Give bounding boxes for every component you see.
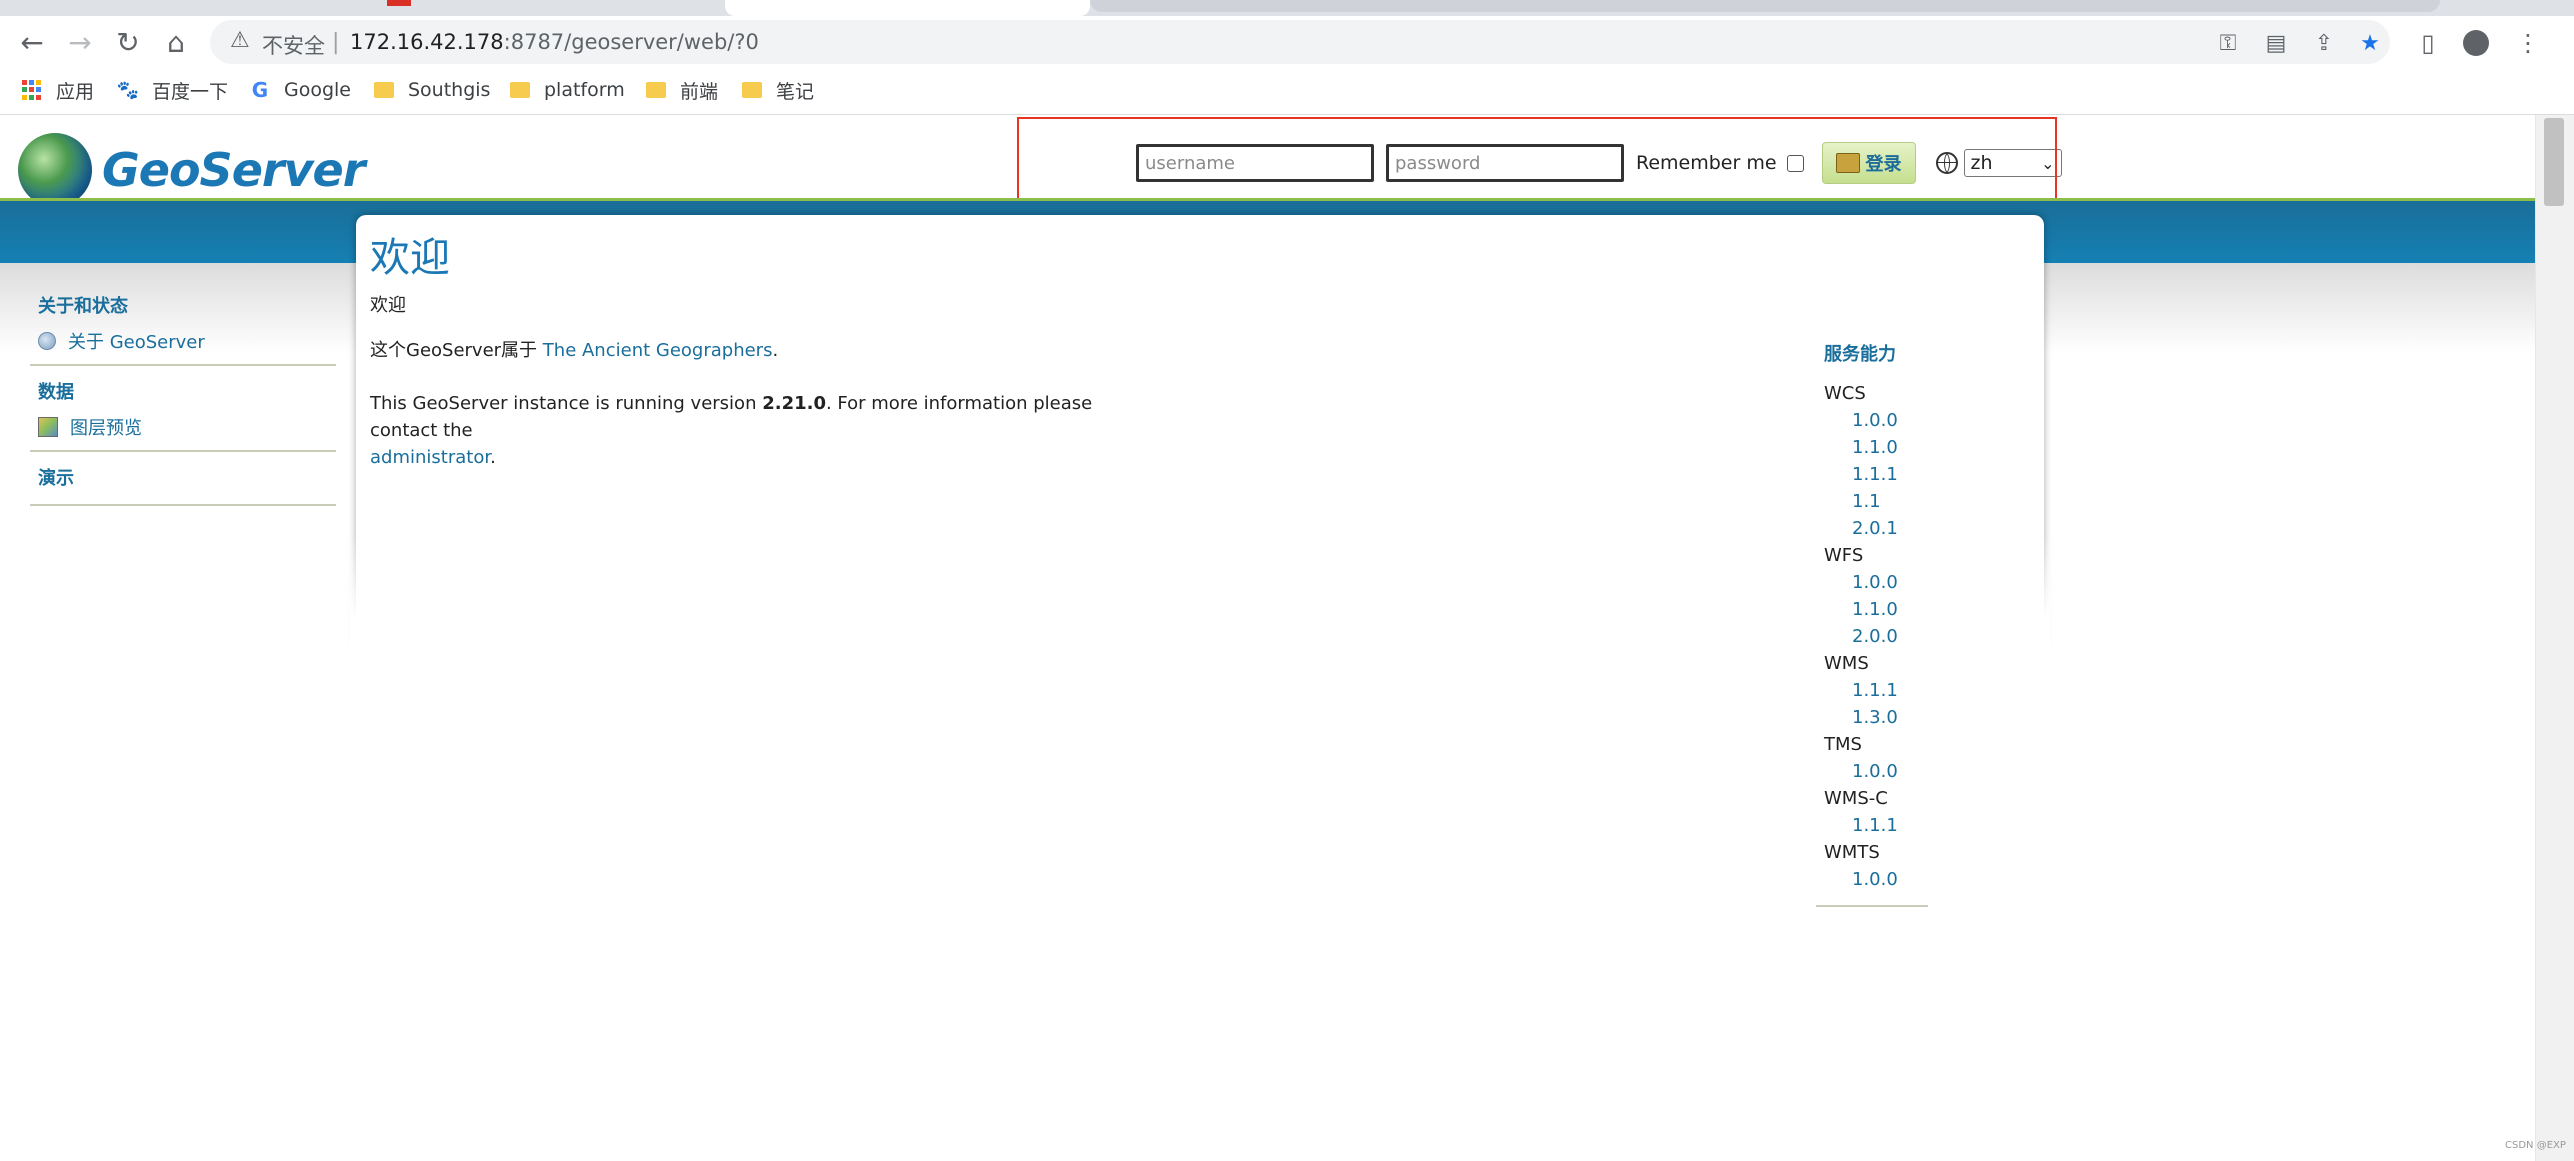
warning-triangle-icon: ⚠ xyxy=(230,28,250,53)
address-bar[interactable]: ⚠ 不安全 | 172.16.42.178:8787/geoserver/web… xyxy=(210,20,2390,64)
service-version-link[interactable]: 1.0.0 xyxy=(1852,866,1928,893)
bookmark-google[interactable]: G Google xyxy=(250,77,351,103)
bookmark-label: platform xyxy=(544,79,625,101)
bookmark-notes[interactable]: 笔记 xyxy=(742,77,814,103)
service-version-link[interactable]: 1.1.0 xyxy=(1852,596,1928,623)
folder-icon xyxy=(374,80,394,100)
service-version-link[interactable]: 1.1.0 xyxy=(1852,434,1928,461)
sidebar-item-label: 关于 GeoServer xyxy=(68,332,205,353)
service-name-wms-c: WMS-C xyxy=(1824,788,1888,809)
home-icon[interactable]: ⌂ xyxy=(158,25,194,61)
folder-icon xyxy=(742,80,762,100)
logo-text: GeoServer xyxy=(102,143,365,197)
service-version-link[interactable]: 2.0.1 xyxy=(1852,515,1928,542)
sidebar-menu: 关于和状态 关于 GeoServer 数据 图层预览 演示 xyxy=(30,280,336,506)
apps-grid-icon xyxy=(22,80,42,100)
baidu-paw-icon: 🐾 xyxy=(116,79,140,101)
bookmark-frontend[interactable]: 前端 xyxy=(646,77,718,103)
folder-icon xyxy=(646,80,666,100)
content-card-fade xyxy=(350,535,2050,655)
service-capabilities: 服务能力 WCS 1.0.0 1.1.0 1.1.1 1.1 2.0.1 WFS… xyxy=(1816,340,1928,907)
service-version-link[interactable]: 1.1.1 xyxy=(1852,461,1928,488)
owner-link[interactable]: The Ancient Geographers xyxy=(543,340,773,361)
info-icon xyxy=(38,332,56,350)
sidebar-section-title: 关于和状态 xyxy=(38,296,128,317)
version-text: This GeoServer instance is running versi… xyxy=(370,390,1150,471)
sidebar-section-title-demos[interactable]: 演示 xyxy=(38,464,336,490)
bookmark-label: 应用 xyxy=(56,80,95,103)
url-text[interactable]: 172.16.42.178:8787/geoserver/web/?0 xyxy=(350,30,759,54)
active-tab[interactable] xyxy=(725,0,1090,16)
key-icon[interactable]: ⚿ xyxy=(2214,29,2242,57)
map-icon xyxy=(38,417,58,437)
version-prefix: This GeoServer instance is running versi… xyxy=(370,393,763,414)
translate-icon[interactable]: ▤ xyxy=(2262,29,2290,57)
capabilities-title: 服务能力 xyxy=(1824,344,1896,365)
sidebar-item-layer-preview[interactable]: 图层预览 xyxy=(38,414,336,440)
service-version-link[interactable]: 1.1 xyxy=(1852,488,1928,515)
sidebar-section-title: 数据 xyxy=(38,382,74,403)
scrollbar-thumb[interactable] xyxy=(2544,118,2564,206)
service-name-wmts: WMTS xyxy=(1824,842,1880,863)
owner-prefix: 这个GeoServer属于 xyxy=(370,340,543,361)
browser-tabstrip xyxy=(0,0,2574,16)
inactive-tab[interactable] xyxy=(1090,0,2440,12)
url-path: :8787/geoserver/web/?0 xyxy=(503,30,759,54)
bookmark-southgis[interactable]: Southgis xyxy=(374,77,490,103)
reload-icon[interactable]: ↻ xyxy=(110,25,146,61)
bookmark-star-icon[interactable]: ★ xyxy=(2356,29,2384,57)
forward-arrow-icon[interactable]: → xyxy=(62,25,98,61)
version-number: 2.21.0 xyxy=(762,393,826,414)
service-name-wcs: WCS xyxy=(1824,383,1866,404)
share-icon[interactable]: ⇪ xyxy=(2310,29,2338,57)
page-header: GeoServer Remember me 登录 zh ⌄ xyxy=(0,115,2535,239)
service-version-link[interactable]: 1.1.1 xyxy=(1852,677,1928,704)
administrator-link[interactable]: administrator xyxy=(370,447,490,468)
page-scrollbar[interactable] xyxy=(2535,115,2574,1161)
google-g-icon: G xyxy=(251,78,269,102)
bookmark-label: 百度一下 xyxy=(152,80,229,103)
geoserver-page: GeoServer Remember me 登录 zh ⌄ 关于和状态 xyxy=(0,115,2535,1161)
bookmarks-bar: 应用 🐾 百度一下 G Google Southgis platform 前端 … xyxy=(0,66,2574,115)
url-host: 172.16.42.178 xyxy=(350,30,504,54)
profile-avatar-icon[interactable] xyxy=(2458,25,2494,61)
bookmark-platform[interactable]: platform xyxy=(510,77,625,103)
service-name-wms: WMS xyxy=(1824,653,1869,674)
bookmark-apps[interactable]: 应用 xyxy=(22,77,94,103)
sidebar-item-about-geoserver[interactable]: 关于 GeoServer xyxy=(38,328,336,354)
browser-toolbar: ← → ↻ ⌂ ⚠ 不安全 | 172.16.42.178:8787/geose… xyxy=(0,16,2574,66)
service-version-link[interactable]: 1.0.0 xyxy=(1852,407,1928,434)
page-title: 欢迎 xyxy=(370,235,450,281)
service-name-wfs: WFS xyxy=(1824,545,1864,566)
back-arrow-icon[interactable]: ← xyxy=(14,25,50,61)
owner-suffix: . xyxy=(772,340,779,361)
more-menu-icon[interactable]: ⋮ xyxy=(2510,25,2546,61)
bookmark-label: Google xyxy=(284,79,352,101)
security-label: 不安全 xyxy=(262,34,325,58)
sidebar-section-demos: 演示 xyxy=(30,452,336,506)
bookmark-label: 前端 xyxy=(680,80,719,103)
service-name-tms: TMS xyxy=(1824,734,1862,755)
service-version-link[interactable]: 1.0.0 xyxy=(1852,758,1928,785)
bookmark-baidu[interactable]: 🐾 百度一下 xyxy=(116,77,229,103)
sidebar-section-about: 关于和状态 关于 GeoServer xyxy=(30,280,336,366)
service-version-link[interactable]: 1.1.1 xyxy=(1852,812,1928,839)
tab-favicon-pdf[interactable] xyxy=(387,0,411,6)
owner-text: 这个GeoServer属于 The Ancient Geographers. xyxy=(370,336,778,362)
globe-logo-icon xyxy=(18,133,92,207)
sidebar-item-label: 图层预览 xyxy=(70,418,142,439)
address-separator: | xyxy=(332,30,340,55)
service-version-link[interactable]: 2.0.0 xyxy=(1852,623,1928,650)
admin-suffix: . xyxy=(490,447,496,468)
service-version-link[interactable]: 1.0.0 xyxy=(1852,569,1928,596)
side-panel-icon[interactable]: ▯ xyxy=(2410,25,2446,61)
bookmark-label: 笔记 xyxy=(776,80,815,103)
sidebar-section-data: 数据 图层预览 xyxy=(30,366,336,452)
service-version-link[interactable]: 1.3.0 xyxy=(1852,704,1928,731)
welcome-text: 欢迎 xyxy=(370,295,406,316)
geoserver-logo[interactable]: GeoServer xyxy=(18,133,365,207)
bookmark-label: Southgis xyxy=(408,79,491,101)
watermark-text: CSDN @EXP xyxy=(2505,1140,2566,1151)
folder-icon xyxy=(510,80,530,100)
